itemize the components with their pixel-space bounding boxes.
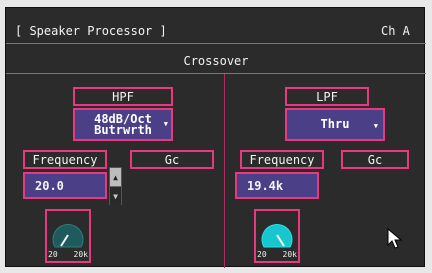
channel-label: Ch A: [381, 24, 410, 38]
stepper-down-icon[interactable]: ▼: [110, 187, 121, 205]
mouse-cursor-icon: [387, 228, 403, 249]
hpf-knob-min: 20: [48, 250, 58, 259]
hpf-knob-max: 20k: [73, 250, 88, 259]
lpf-slope-value: Thru: [320, 117, 350, 131]
hpf-gc-button[interactable]: Gc: [130, 150, 214, 169]
divider-center: [224, 74, 225, 268]
chevron-down-icon: ▼: [373, 122, 378, 130]
lpf-knob-max: 20k: [282, 250, 297, 259]
hpf-frequency-knob[interactable]: 20 20k: [45, 209, 91, 263]
lpf-knob-min: 20: [257, 250, 267, 259]
hpf-slope-line-2: Butrwrth: [94, 122, 152, 137]
lpf-frequency-label: Frequency: [240, 150, 324, 169]
lpf-frequency-value[interactable]: 19.4k: [235, 172, 319, 199]
divider-section: [6, 73, 426, 74]
hpf-slope-select[interactable]: 48dB/Oct Butrwrth ▼: [73, 108, 173, 141]
hpf-frequency-label: Frequency: [23, 150, 107, 169]
hpf-label: HPF: [73, 87, 173, 106]
stepper-up-icon[interactable]: ▲: [110, 168, 121, 187]
section-title: Crossover: [183, 54, 249, 68]
lpf-label: LPF: [285, 87, 369, 106]
window-title: [ Speaker Processor ]: [15, 24, 167, 38]
speaker-processor-panel: [ Speaker Processor ] Ch A Crossover HPF…: [5, 7, 426, 268]
lpf-slope-select[interactable]: Thru ▼: [285, 108, 385, 141]
lpf-gc-button[interactable]: Gc: [341, 150, 409, 169]
lpf-knob-icon: [261, 224, 293, 248]
hpf-knob-icon: [52, 224, 84, 248]
hpf-frequency-stepper[interactable]: ▲ ▼: [109, 167, 122, 205]
hpf-frequency-value[interactable]: 20.0: [23, 172, 107, 199]
divider-top: [6, 43, 426, 44]
lpf-frequency-knob[interactable]: 20 20k: [254, 209, 300, 263]
chevron-down-icon: ▼: [163, 120, 168, 128]
